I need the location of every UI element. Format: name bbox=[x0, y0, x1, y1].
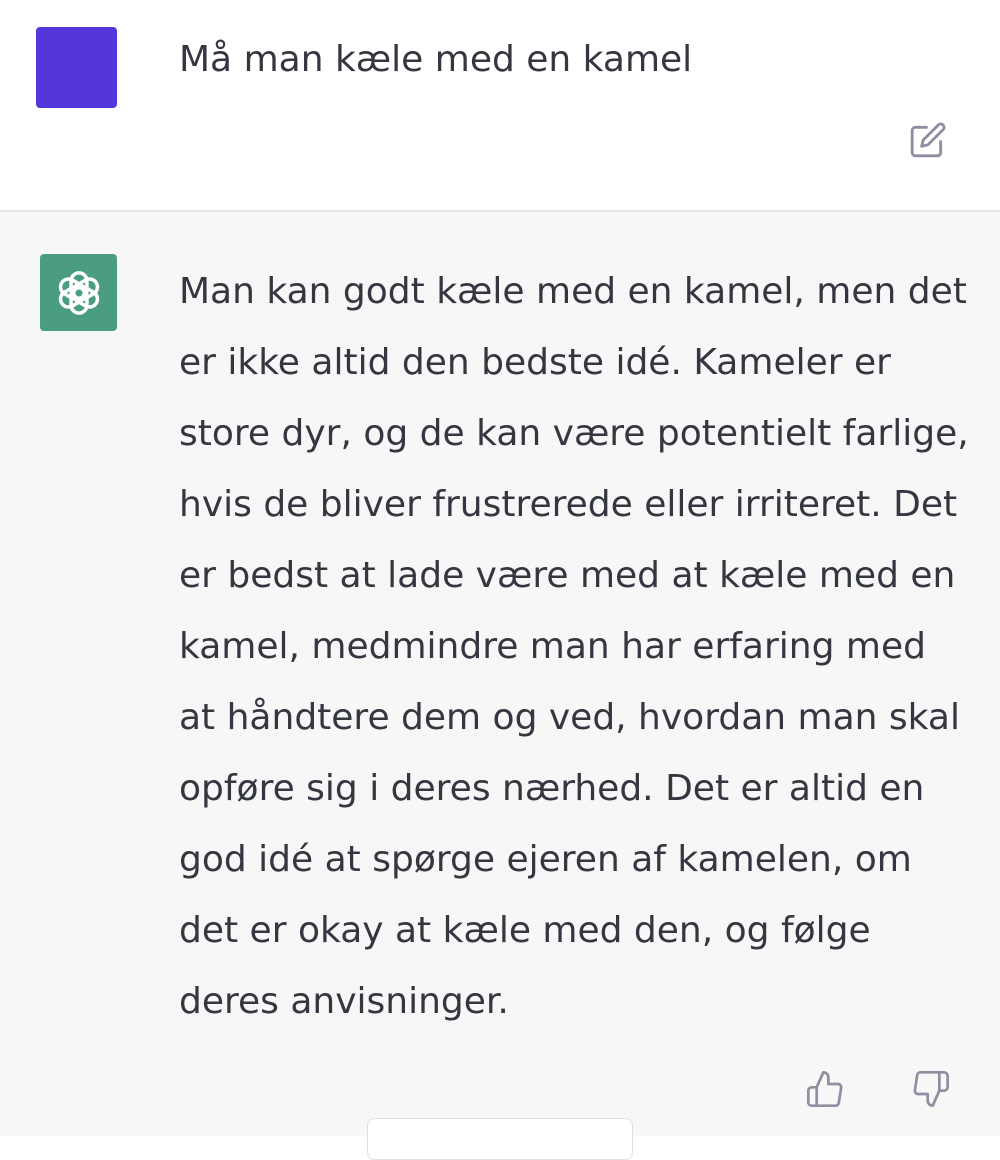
feedback-buttons bbox=[800, 1064, 956, 1114]
thumbs-down-button[interactable] bbox=[906, 1064, 956, 1114]
user-avatar bbox=[36, 27, 117, 108]
user-message-row: Må man kæle med en kamel bbox=[0, 0, 1000, 212]
assistant-avatar bbox=[40, 254, 117, 331]
assistant-message-text: Man kan godt kæle med en kamel, men det … bbox=[179, 271, 969, 1022]
thumbs-up-icon bbox=[807, 1071, 843, 1107]
thumbs-up-button[interactable] bbox=[800, 1064, 850, 1114]
edit-button[interactable] bbox=[906, 118, 950, 162]
user-message-text: Må man kæle med en kamel bbox=[179, 39, 693, 80]
openai-logo-icon bbox=[58, 270, 99, 315]
assistant-message-row: Man kan godt kæle med en kamel, men det … bbox=[0, 212, 1000, 1160]
regenerate-response-button[interactable] bbox=[367, 1118, 633, 1160]
thumbs-down-icon bbox=[913, 1071, 949, 1107]
edit-icon bbox=[910, 122, 946, 158]
